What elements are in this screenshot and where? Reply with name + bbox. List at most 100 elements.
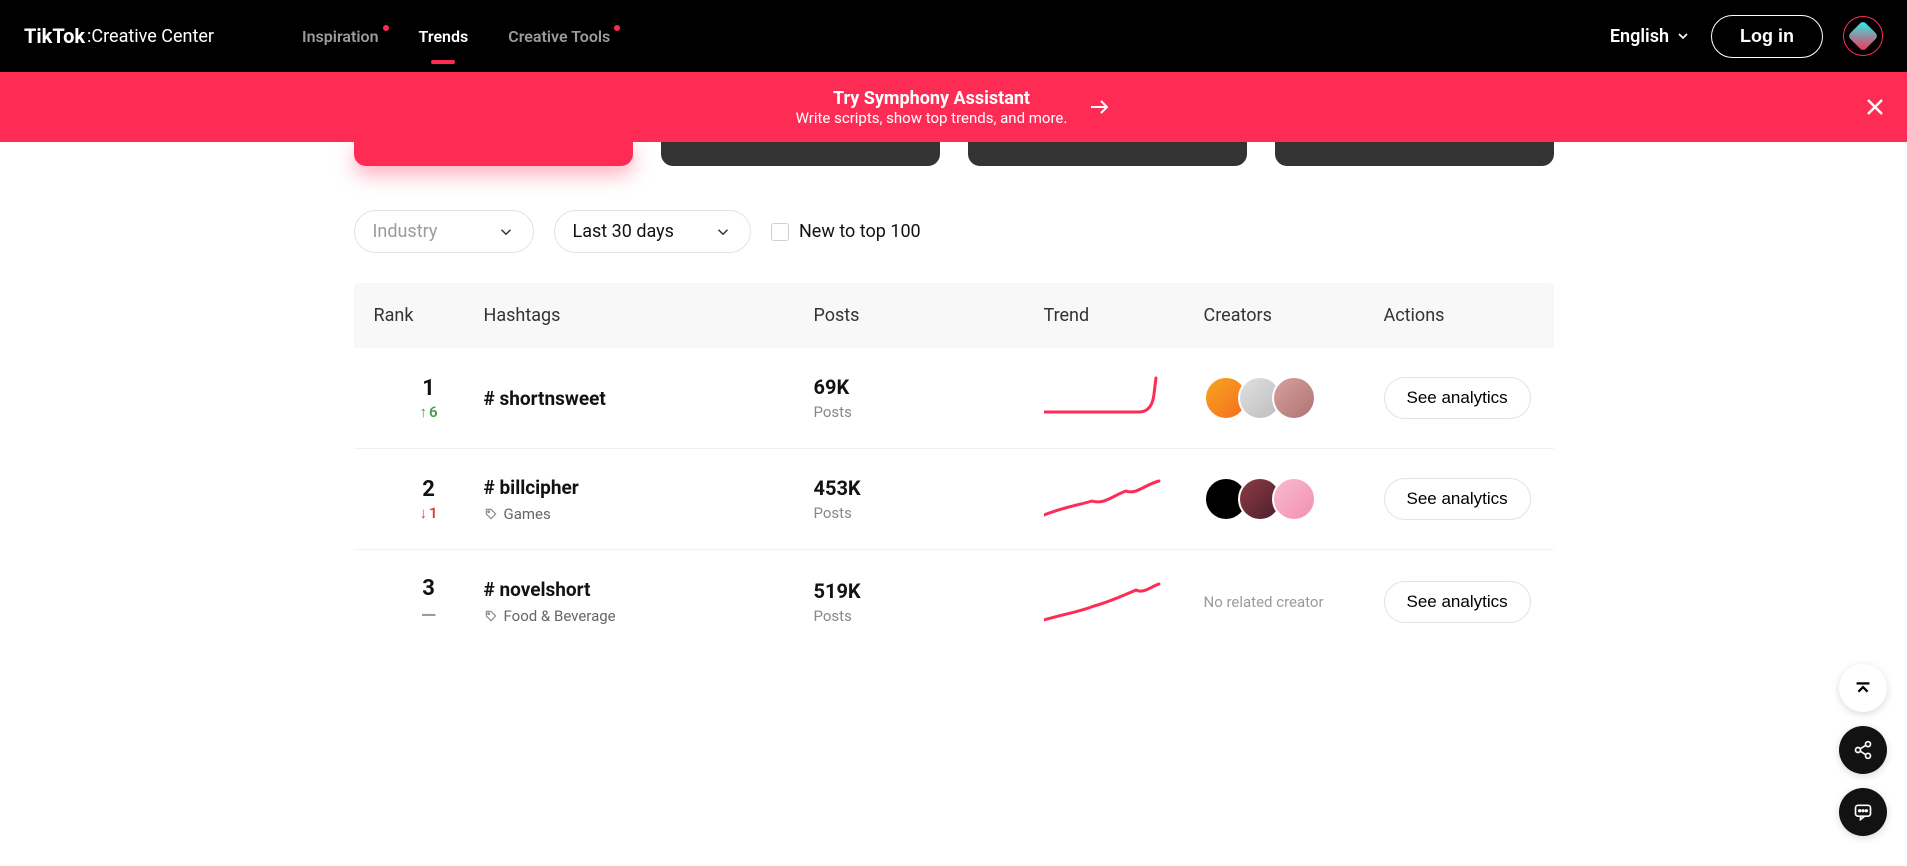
rank-delta: —	[374, 603, 484, 627]
see-analytics-button[interactable]: See analytics	[1384, 377, 1531, 419]
rank-number: 3	[374, 576, 484, 601]
actions-cell: See analytics	[1384, 377, 1594, 419]
hashtag-name[interactable]: # shortnsweet	[484, 387, 814, 410]
close-icon[interactable]	[1863, 95, 1887, 119]
no-creator-text: No related creator	[1204, 593, 1324, 611]
posts-cell: 519KPosts	[814, 579, 1044, 625]
period-value: Last 30 days	[573, 221, 674, 242]
posts-cell: 453K Posts	[814, 476, 1044, 522]
chat-icon	[1853, 802, 1873, 822]
hashtag-category: Food & Beverage	[484, 607, 814, 625]
table-row[interactable]: 1↑6# shortnsweet69KPostsSee analytics	[354, 348, 1554, 449]
rank-cell: 1↑6	[374, 376, 484, 421]
actions-cell: See analytics	[1384, 581, 1594, 623]
nav-label: Creative Tools	[508, 27, 610, 46]
trend-sparkline-icon	[1044, 475, 1164, 519]
banner-text: Try Symphony Assistant Write scripts, sh…	[796, 88, 1068, 127]
logo-main: TikTok	[24, 24, 85, 48]
table-row[interactable]: 2 ↓1# billcipher Games453K Posts See analyti…	[354, 449, 1554, 550]
creators-cell	[1204, 477, 1384, 521]
avatar-icon	[1847, 20, 1878, 51]
trend-cell	[1044, 374, 1204, 422]
language-label: English	[1610, 26, 1669, 47]
tag-icon	[484, 609, 498, 623]
rank-cell: 2 ↓1	[374, 477, 484, 522]
arrow-right-icon	[1087, 95, 1111, 119]
col-posts: Posts	[814, 305, 1044, 326]
rank-delta: ↓1	[374, 504, 484, 522]
posts-count: 519K	[814, 579, 1044, 603]
trends-table: Rank Hashtags Posts Trend Creators Actio…	[334, 283, 1574, 653]
hashtag-cell: # novelshort Food & Beverage	[484, 578, 814, 625]
col-rank: Rank	[374, 305, 484, 326]
period-select[interactable]: Last 30 days	[554, 210, 751, 253]
see-analytics-button[interactable]: See analytics	[1384, 581, 1531, 623]
share-button[interactable]	[1839, 726, 1887, 774]
table-body: 1↑6# shortnsweet69KPostsSee analytics2↓1…	[354, 348, 1554, 653]
col-actions: Actions	[1384, 305, 1594, 326]
category-cards-row	[334, 142, 1574, 166]
posts-label: Posts	[814, 403, 1044, 421]
banner-subtitle: Write scripts, show top trends, and more…	[796, 109, 1068, 127]
hashtag-name[interactable]: # novelshort	[484, 578, 814, 601]
col-hashtags: Hashtags	[484, 305, 814, 326]
table-row[interactable]: 3—# novelshort Food & Beverage519KPosts No…	[354, 550, 1554, 653]
nav-inspiration[interactable]: Inspiration	[302, 27, 379, 46]
category-card[interactable]	[968, 142, 1247, 166]
hashtag-cell: # billcipher Games	[484, 476, 814, 523]
rank-cell: 3—	[374, 576, 484, 627]
creator-avatar[interactable]	[1272, 376, 1316, 420]
actions-cell: See analytics	[1384, 478, 1594, 520]
scroll-top-button[interactable]	[1839, 664, 1887, 712]
chat-button[interactable]	[1839, 788, 1887, 836]
rank-number: 1	[374, 376, 484, 401]
category-card[interactable]	[1275, 142, 1554, 166]
creators-cell	[1204, 376, 1384, 420]
logo[interactable]: TikTok :Creative Center	[24, 24, 214, 48]
notification-dot-icon	[614, 25, 620, 31]
logo-sub: :Creative Center	[87, 26, 214, 47]
trend-cell	[1044, 475, 1204, 523]
checkbox-label: New to top 100	[799, 221, 921, 242]
industry-placeholder: Industry	[373, 221, 438, 242]
rank-number: 2	[374, 477, 484, 502]
posts-count: 69K	[814, 375, 1044, 399]
arrow-down-icon: ↓	[419, 504, 427, 522]
hashtag-category: Games	[484, 505, 814, 523]
filters-row: Industry Last 30 days New to top 100	[334, 210, 1574, 253]
nav-label: Inspiration	[302, 27, 379, 46]
trend-sparkline-icon	[1044, 374, 1164, 418]
new-to-top-checkbox[interactable]: New to top 100	[771, 221, 921, 242]
see-analytics-button[interactable]: See analytics	[1384, 478, 1531, 520]
language-selector[interactable]: English	[1610, 26, 1691, 47]
category-card[interactable]	[354, 142, 633, 166]
posts-count: 453K	[814, 476, 1044, 500]
header-left: TikTok :Creative Center Inspiration Tren…	[24, 24, 610, 48]
trend-sparkline-icon	[1044, 578, 1164, 622]
promo-banner[interactable]: Try Symphony Assistant Write scripts, sh…	[0, 72, 1907, 142]
col-trend: Trend	[1044, 305, 1204, 326]
trend-cell	[1044, 578, 1204, 626]
nav-label: Trends	[419, 27, 469, 46]
nav-creative-tools[interactable]: Creative Tools	[508, 27, 610, 46]
creator-avatar[interactable]	[1272, 477, 1316, 521]
industry-select[interactable]: Industry	[354, 210, 534, 253]
hashtag-name[interactable]: # billcipher	[484, 476, 814, 499]
chevron-down-icon	[1675, 28, 1691, 44]
hashtag-cell: # shortnsweet	[484, 387, 814, 410]
rank-delta: ↑6	[374, 403, 484, 421]
login-button[interactable]: Log in	[1711, 15, 1823, 58]
tag-icon	[484, 507, 498, 521]
posts-label: Posts	[814, 504, 1044, 522]
checkbox-icon	[771, 223, 789, 241]
header-right: English Log in	[1610, 15, 1883, 58]
posts-cell: 69K Posts	[814, 375, 1044, 421]
banner-title: Try Symphony Assistant	[796, 88, 1068, 109]
chevron-down-icon	[714, 223, 732, 241]
profile-avatar[interactable]	[1843, 16, 1883, 56]
share-icon	[1853, 740, 1873, 760]
table-header: Rank Hashtags Posts Trend Creators Actio…	[354, 283, 1554, 348]
nav-trends[interactable]: Trends	[419, 27, 469, 46]
col-creators: Creators	[1204, 305, 1384, 326]
category-card[interactable]	[661, 142, 940, 166]
